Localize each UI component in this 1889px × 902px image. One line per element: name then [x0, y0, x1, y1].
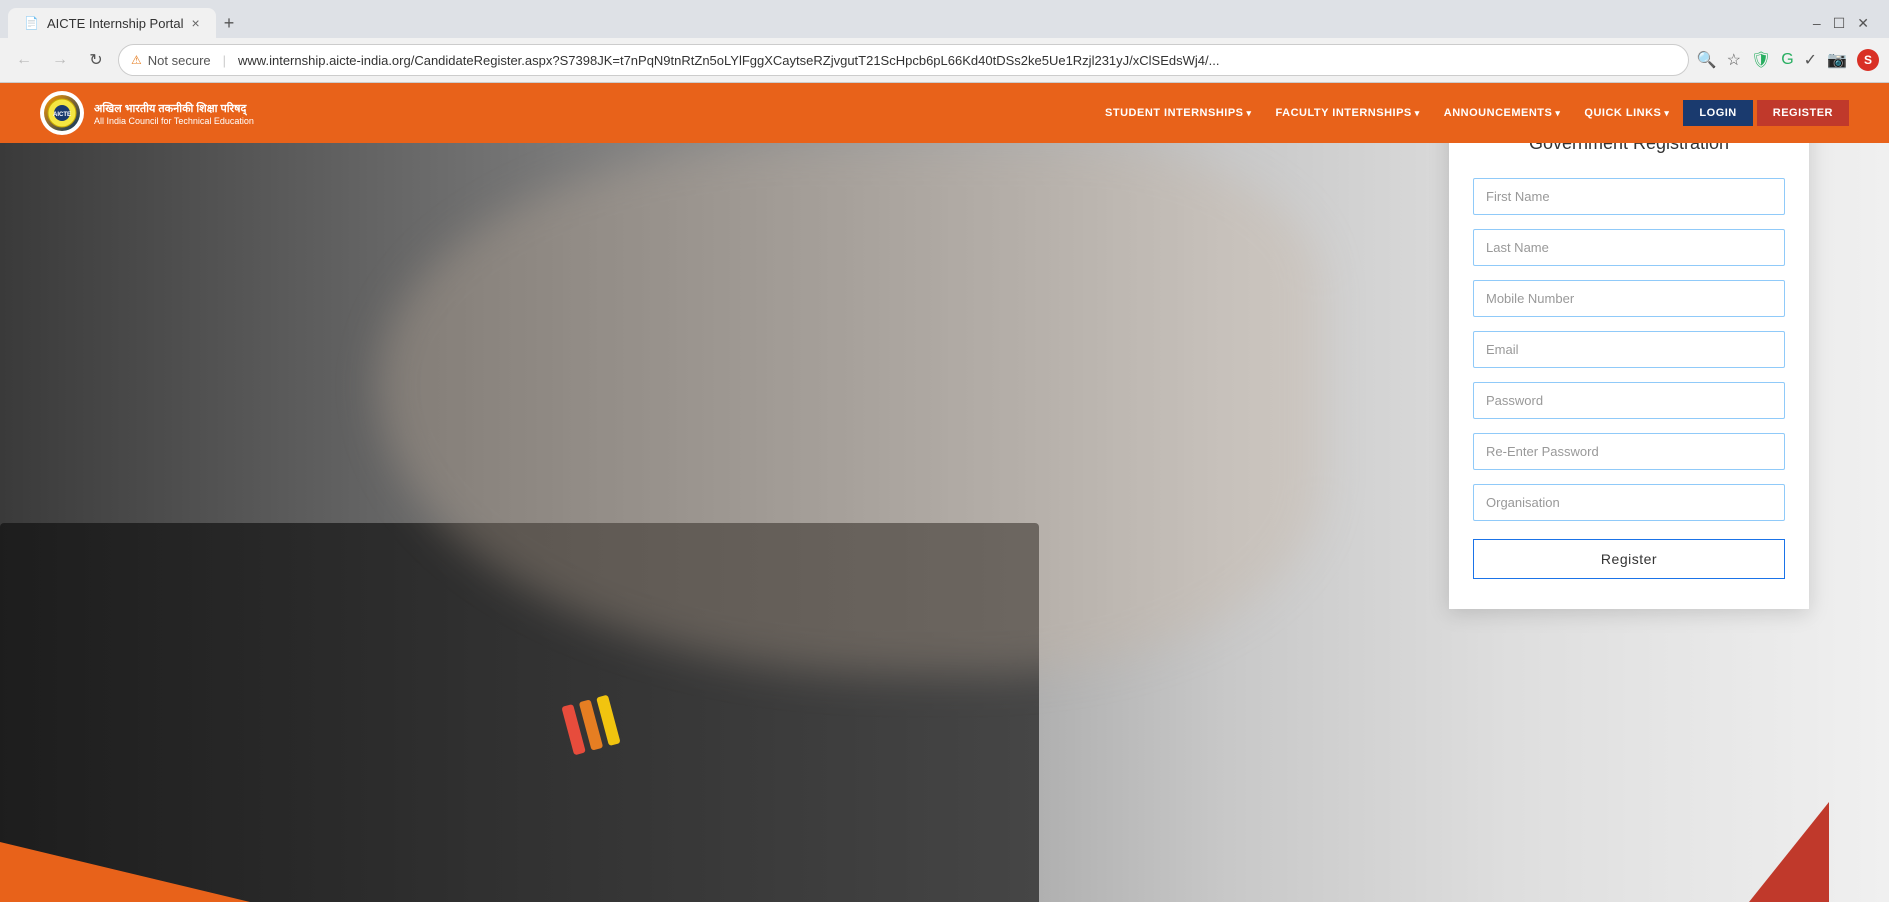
address-bar-row: ← → ↻ ⚠ Not secure | www.internship.aict…: [0, 38, 1889, 82]
quick-links-dropdown-icon: ▾: [1664, 108, 1669, 119]
aicte-logo: AICTE: [40, 91, 84, 135]
nav-links: STUDENT INTERNSHIPS ▾ FACULTY INTERNSHIP…: [1095, 100, 1849, 126]
back-button[interactable]: ←: [10, 46, 38, 74]
email-input[interactable]: [1473, 331, 1785, 368]
bookmark-icon[interactable]: ☆: [1727, 50, 1741, 70]
announcements-dropdown-icon: ▾: [1555, 108, 1560, 119]
nav-announcements-label: ANNOUNCEMENTS: [1444, 107, 1553, 119]
nav-student-internships-label: STUDENT INTERNSHIPS: [1105, 107, 1243, 119]
login-button[interactable]: LOGIN: [1683, 100, 1752, 126]
browser-icons: 🔍 ☆ 🛡 G ✓ 📷 S: [1697, 49, 1879, 71]
extension-icon-2[interactable]: G: [1781, 51, 1793, 69]
logo-english: All India Council for Technical Educatio…: [94, 116, 254, 126]
profile-icon[interactable]: S: [1857, 49, 1879, 71]
extension-icon-4[interactable]: 📷: [1827, 50, 1847, 70]
nav-announcements[interactable]: ANNOUNCEMENTS ▾: [1434, 101, 1571, 125]
new-tab-button[interactable]: +: [216, 9, 243, 38]
svg-text:AICTE: AICTE: [53, 112, 71, 118]
window-controls: – ☐ ✕: [1813, 15, 1881, 32]
website: AICTE अखिल भारतीय तकनीकी शिक्षा परिषद् A…: [0, 83, 1889, 902]
register-button[interactable]: REGISTER: [1757, 100, 1849, 126]
nav-faculty-internships[interactable]: FACULTY INTERNSHIPS ▾: [1266, 101, 1430, 125]
address-bar[interactable]: ⚠ Not secure | www.internship.aicte-indi…: [118, 44, 1689, 76]
mobile-number-input[interactable]: [1473, 280, 1785, 317]
password-input[interactable]: [1473, 382, 1785, 419]
logo-emblem: AICTE: [44, 95, 80, 131]
submit-register-button[interactable]: Register: [1473, 539, 1785, 579]
faculty-internships-dropdown-icon: ▾: [1415, 108, 1420, 119]
registration-card: Government Registration Register: [1449, 103, 1809, 609]
maximize-button[interactable]: ☐: [1833, 15, 1846, 32]
active-tab[interactable]: 📄 AICTE Internship Portal ×: [8, 8, 216, 38]
navbar: AICTE अखिल भारतीय तकनीकी शिक्षा परिषद् A…: [0, 83, 1889, 143]
tab-icon: 📄: [24, 16, 39, 30]
tab-close-button[interactable]: ×: [192, 15, 200, 31]
logo-text: अखिल भारतीय तकनीकी शिक्षा परिषद् All Ind…: [94, 101, 254, 126]
nav-faculty-internships-label: FACULTY INTERNSHIPS: [1276, 107, 1412, 119]
orange-bar-decoration: [0, 842, 250, 902]
extension-icon-3[interactable]: ✓: [1804, 50, 1817, 70]
url-text: www.internship.aicte-india.org/Candidate…: [238, 53, 1676, 68]
logo-area: AICTE अखिल भारतीय तकनीकी शिक्षा परिषद् A…: [40, 91, 254, 135]
tab-title: AICTE Internship Portal: [47, 16, 184, 31]
search-icon[interactable]: 🔍: [1697, 50, 1717, 70]
organisation-input[interactable]: [1473, 484, 1785, 521]
nav-quick-links[interactable]: QUICK LINKS ▾: [1574, 101, 1679, 125]
last-name-input[interactable]: [1473, 229, 1785, 266]
nav-quick-links-label: QUICK LINKS: [1584, 107, 1661, 119]
close-window-button[interactable]: ✕: [1857, 15, 1869, 32]
minimize-button[interactable]: –: [1813, 15, 1821, 32]
security-badge: ⚠: [131, 53, 142, 67]
extension-icon-1[interactable]: 🛡: [1751, 50, 1771, 70]
first-name-input[interactable]: [1473, 178, 1785, 215]
logo-hindi: अखिल भारतीय तकनीकी शिक्षा परिषद्: [94, 101, 254, 116]
nav-student-internships[interactable]: STUDENT INTERNSHIPS ▾: [1095, 101, 1262, 125]
security-label: Not secure: [148, 53, 211, 68]
forward-button[interactable]: →: [46, 46, 74, 74]
student-internships-dropdown-icon: ▾: [1247, 108, 1252, 119]
refresh-button[interactable]: ↻: [82, 46, 110, 74]
re-enter-password-input[interactable]: [1473, 433, 1785, 470]
red-triangle-decoration: [1749, 802, 1829, 902]
tab-bar: 📄 AICTE Internship Portal × + – ☐ ✕: [0, 0, 1889, 38]
browser-chrome: 📄 AICTE Internship Portal × + – ☐ ✕ ← → …: [0, 0, 1889, 83]
